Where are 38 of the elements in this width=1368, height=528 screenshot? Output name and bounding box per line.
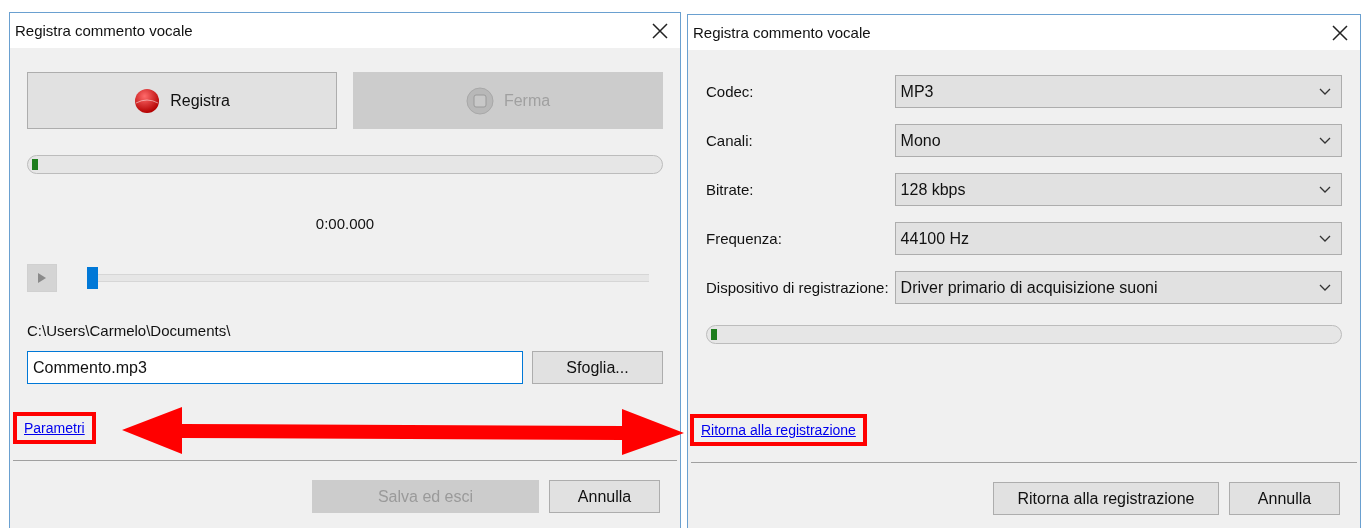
field-label: Codec: (706, 83, 755, 100)
field-label: Canali: (706, 132, 754, 149)
dropdown[interactable]: 44100 Hz (894, 222, 1342, 255)
chevron-down-icon (1319, 283, 1331, 292)
record-button[interactable]: Registra (27, 72, 337, 129)
dropdown[interactable]: Mono (894, 124, 1342, 157)
field-label: Dispositivo di registrazione: (706, 279, 889, 296)
cancel-button[interactable]: Annulla (1229, 482, 1340, 515)
browse-button[interactable]: Sfoglia... (532, 351, 663, 384)
back-button[interactable]: Ritorna alla registrazione (993, 482, 1219, 515)
chevron-down-icon (1319, 234, 1331, 243)
dropdown[interactable]: 128 kbps (894, 173, 1342, 206)
dropdown-value: MP3 (900, 82, 934, 101)
chevron-down-icon (1319, 87, 1331, 96)
dropdown-value: Mono (900, 131, 941, 150)
field-label: Frequenza: (706, 230, 783, 247)
field-label: Bitrate: (706, 181, 755, 198)
dropdown-value: Driver primario di acquisizione suoni (900, 278, 1158, 297)
stop-icon (465, 86, 494, 115)
close-icon[interactable] (652, 22, 668, 39)
window-title: Registra commento vocale (693, 24, 871, 41)
chevron-down-icon (1319, 185, 1331, 194)
dropdown[interactable]: MP3 (894, 75, 1342, 108)
back-link[interactable]: Ritorna alla registrazione (690, 414, 867, 446)
settings-link[interactable]: Parametri (13, 412, 96, 444)
time-readout: 0:00.000 (314, 215, 376, 232)
dropdown-value: 44100 Hz (900, 229, 970, 248)
dropdown-value: 128 kbps (900, 180, 966, 199)
dropdown[interactable]: Driver primario di acquisizione suoni (894, 271, 1342, 304)
play-icon (38, 273, 46, 283)
window-title: Registra commento vocale (15, 22, 193, 39)
slider-thumb[interactable] (87, 267, 98, 289)
filename-field[interactable]: Commento.mp3 (27, 351, 523, 384)
record-icon (134, 87, 161, 114)
chevron-down-icon (1319, 136, 1331, 145)
folder-path: C:\Users\Carmelo\Documents\ (27, 322, 232, 339)
cancel-button[interactable]: Annulla (549, 480, 660, 513)
close-icon[interactable] (1332, 24, 1348, 41)
